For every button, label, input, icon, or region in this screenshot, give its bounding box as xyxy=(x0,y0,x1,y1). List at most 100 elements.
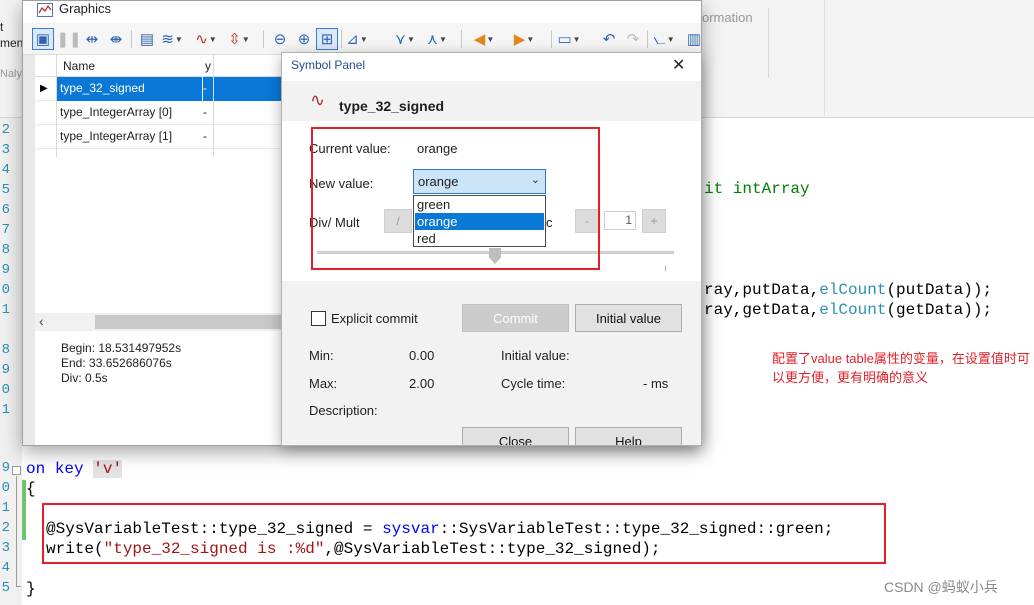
zoom-fit-icon: ⊞ xyxy=(320,31,334,48)
table-row[interactable]: type_IntegerArray [0] - xyxy=(35,101,281,125)
line-number: 7 xyxy=(1,222,10,238)
measure-button[interactable]: ⇼ xyxy=(105,28,127,50)
signal-name: type_32_signed xyxy=(339,98,445,114)
code-fragment: (putData)); xyxy=(886,281,993,299)
collapse-icon[interactable] xyxy=(12,466,21,475)
horizontal-scrollbar[interactable]: ‹ xyxy=(35,313,281,331)
scale-button[interactable]: ▤ xyxy=(136,28,158,50)
redo-button[interactable]: ↷ xyxy=(622,28,644,50)
min-label: Min: xyxy=(309,348,334,363)
line-number: 1 xyxy=(1,302,10,318)
table-row[interactable]: type_IntegerArray [1] - xyxy=(35,125,281,149)
line-number: 3 xyxy=(1,142,10,158)
pause-button[interactable]: ❚❚ xyxy=(56,28,81,50)
step-field[interactable]: 1 xyxy=(604,211,636,230)
fold-guide xyxy=(16,476,17,586)
line-number: 4 xyxy=(1,162,10,178)
max-label: Max: xyxy=(309,376,338,391)
cursor-button[interactable]: ⇹ xyxy=(81,28,103,50)
line-number: 8 xyxy=(1,242,10,258)
signal-y-cell: - xyxy=(203,129,207,143)
config-icon: ▥ xyxy=(686,31,702,48)
zoom-in-button[interactable]: ⊕ xyxy=(293,28,315,50)
next-button[interactable]: ▶ ▼ xyxy=(513,28,535,50)
cycle-time-label: Cycle time: xyxy=(501,376,566,391)
toolbar-separator xyxy=(341,30,342,48)
division: Div: 0.5s xyxy=(61,371,108,385)
chevron-down-icon: ▼ xyxy=(486,34,495,44)
signal-name-cell: type_IntegerArray [1] xyxy=(60,129,173,143)
cursor-icon: ⇹ xyxy=(85,31,99,48)
commit-button[interactable]: Commit xyxy=(462,304,569,332)
line-number: 0 xyxy=(1,382,10,398)
table-row[interactable]: ▶ type_32_signed - xyxy=(35,77,281,101)
max-value: 2.00 xyxy=(409,376,435,391)
chevron-down-icon: ▼ xyxy=(572,34,581,44)
line-number: 1 xyxy=(1,402,10,418)
grid-column-divider xyxy=(213,55,214,157)
graphics-toolbar: ▣ ❚❚ ⇹ ⇼ ▤ ≋ ▼ ∿ ▼ ⇳ ▼ ⊖ ⊕ ⊞ ⊿ ▼ ⋎ ▼ ⋏ ▼ ◀ ▼ ▶ ▼… xyxy=(23,23,701,55)
initial-value-button[interactable]: Initial value xyxy=(575,304,682,332)
description-label: Description: xyxy=(309,403,378,418)
signal-grid[interactable]: Name y ▶ type_32_signed - type_IntegerAr… xyxy=(35,55,281,311)
code-function: elCount xyxy=(819,281,887,299)
layout-button[interactable]: ▣ xyxy=(32,28,54,50)
toolbar-separator xyxy=(647,30,648,48)
signal-button[interactable]: ∿ ▼ xyxy=(195,28,217,50)
chevron-down-icon: ▼ xyxy=(359,34,368,44)
wave-button[interactable]: ≋ ▼ xyxy=(161,28,183,50)
explicit-commit-label: Explicit commit xyxy=(331,311,418,326)
annotation-text: 配置了value table属性的变量，在设置值时可以更方便，更有明确的意义 xyxy=(772,351,1030,385)
step-button[interactable]: ⋏ ▼ xyxy=(426,28,448,50)
prev-button[interactable]: ◀ ▼ xyxy=(473,28,495,50)
line-number: 6 xyxy=(1,202,10,218)
undo-button[interactable]: ↶ xyxy=(598,28,620,50)
signal-icon: ∿ xyxy=(195,31,208,48)
help-button[interactable]: Help xyxy=(575,427,682,445)
measure-icon: ⇼ xyxy=(109,31,123,48)
undo-icon: ↶ xyxy=(602,31,616,48)
line-number: 9 xyxy=(1,262,10,278)
close-button[interactable]: Close xyxy=(462,427,569,445)
axis-button[interactable]: ⊿ ▼ xyxy=(346,28,368,50)
column-header-y[interactable]: y xyxy=(205,59,211,73)
grid-column-divider xyxy=(56,55,57,157)
code-keyword: on xyxy=(26,460,46,478)
zoom-out-button[interactable]: ⊖ xyxy=(269,28,291,50)
config-button[interactable]: ▥ xyxy=(683,28,702,50)
line-number: 3 xyxy=(1,540,10,556)
chevron-down-icon: ▼ xyxy=(174,34,183,44)
explicit-commit-checkbox[interactable] xyxy=(311,311,326,326)
view-button[interactable]: ⦦ ▼ xyxy=(653,28,675,50)
marker-button[interactable]: ⋎ ▼ xyxy=(394,28,416,50)
toolbar-separator xyxy=(461,30,462,48)
fit-button[interactable]: ⇳ ▼ xyxy=(228,28,250,50)
symbol-panel-title: Symbol Panel xyxy=(291,58,366,72)
close-icon[interactable]: ✕ xyxy=(672,55,685,75)
wave-icon: ≋ xyxy=(161,31,174,48)
min-value: 0.00 xyxy=(409,348,435,363)
grid-header: Name y xyxy=(35,55,281,77)
zoom-fit-button[interactable]: ⊞ xyxy=(316,28,338,50)
save-button[interactable]: ▭ ▼ xyxy=(557,28,581,50)
toolbar-separator xyxy=(131,30,132,48)
redo-icon: ↷ xyxy=(626,31,640,48)
scrollbar-thumb[interactable] xyxy=(95,315,281,329)
time-info: Begin: 18.531497952s End: 33.652686076s … xyxy=(61,341,181,386)
ribbon-label-fragment: t xyxy=(0,20,4,34)
graphics-title-bar[interactable]: Graphics xyxy=(23,1,701,21)
line-number: 2 xyxy=(1,520,10,536)
fold-guide xyxy=(16,586,21,587)
line-number: 9 xyxy=(1,460,10,476)
initial-value-label: Initial value: xyxy=(501,348,570,363)
code-line: } xyxy=(26,580,36,598)
signal-y-cell: - xyxy=(203,105,207,119)
layout-icon: ▣ xyxy=(35,31,51,48)
chevron-down-icon: ▼ xyxy=(407,34,415,44)
line-chart-icon: ⦦ xyxy=(653,30,666,48)
chevron-left-icon[interactable]: ‹ xyxy=(39,313,44,329)
watermark: CSDN @蚂蚁小兵 xyxy=(884,579,998,595)
column-header-name[interactable]: Name xyxy=(63,59,95,73)
increment-button[interactable]: + xyxy=(642,209,666,233)
save-icon: ▭ xyxy=(557,31,572,48)
